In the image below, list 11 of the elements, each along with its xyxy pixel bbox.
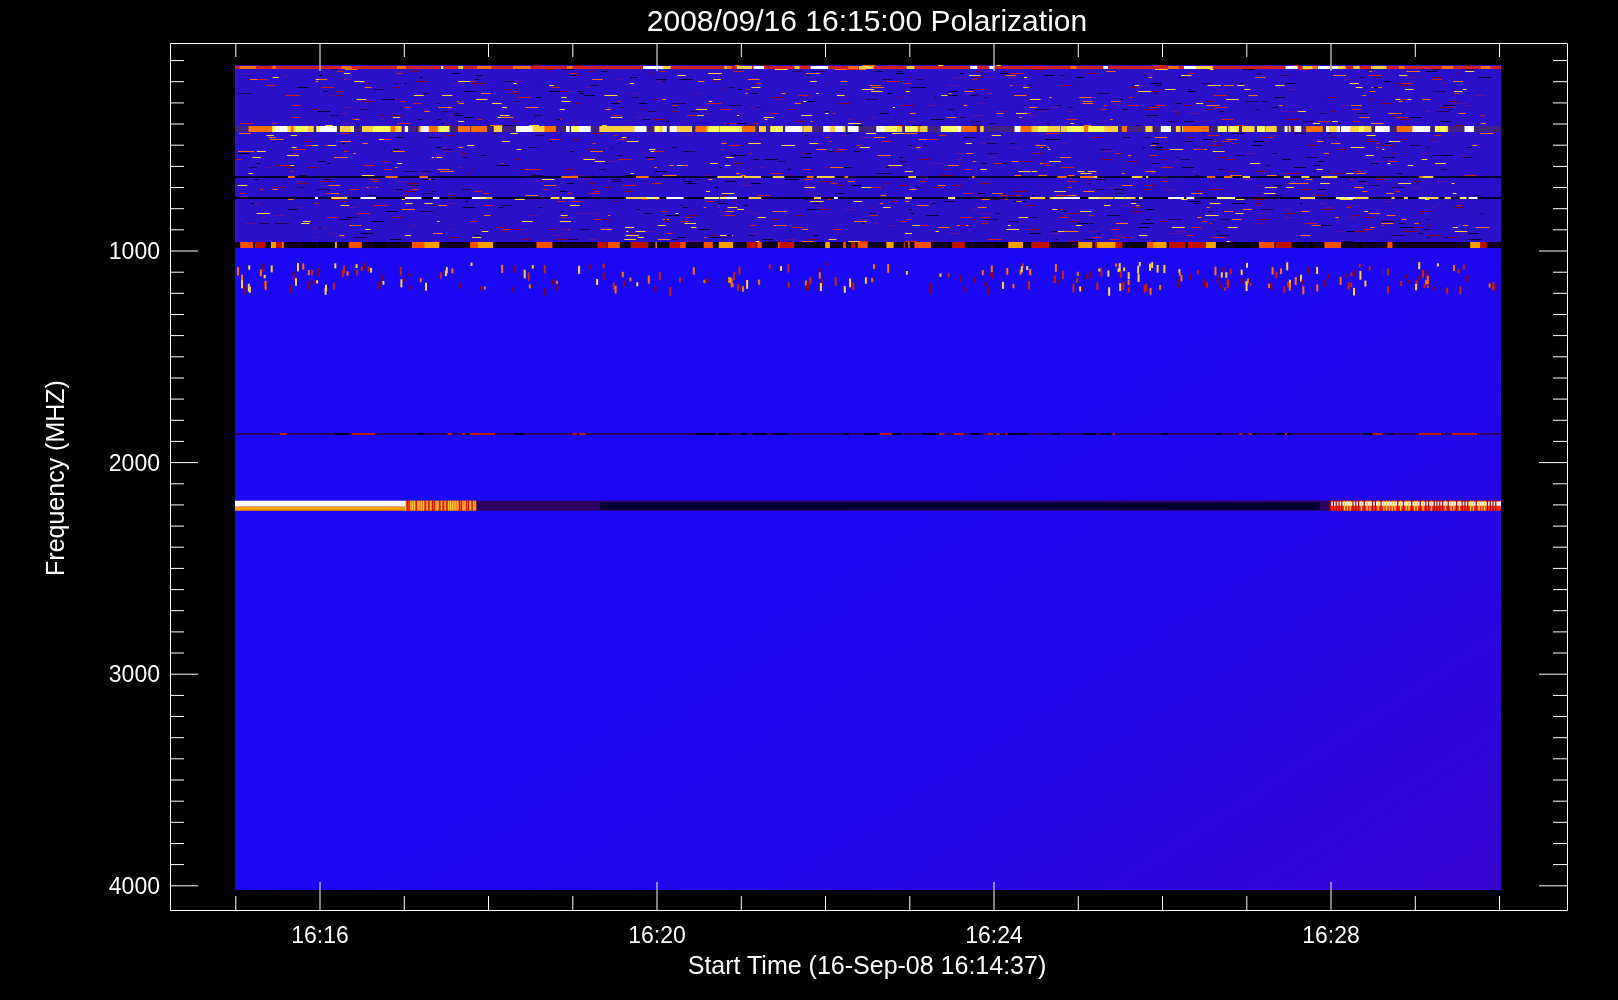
axis-title: Frequency (MHZ): [41, 380, 69, 576]
tick-label: 16:16: [291, 922, 349, 948]
tick-label: 16:28: [1302, 922, 1360, 948]
tick-label: 4000: [108, 872, 160, 899]
tick-label: 16:24: [965, 922, 1023, 948]
tick-label: 3000: [108, 661, 160, 688]
axis-title: Start Time (16-Sep-08 16:14:37): [687, 951, 1047, 979]
tick-label: 1000: [108, 238, 160, 264]
plot-title: 2008/09/16 16:15:00 Polarization: [646, 4, 1088, 37]
tick-label: 16:20: [628, 922, 686, 948]
tick-label: 2000: [108, 449, 160, 476]
